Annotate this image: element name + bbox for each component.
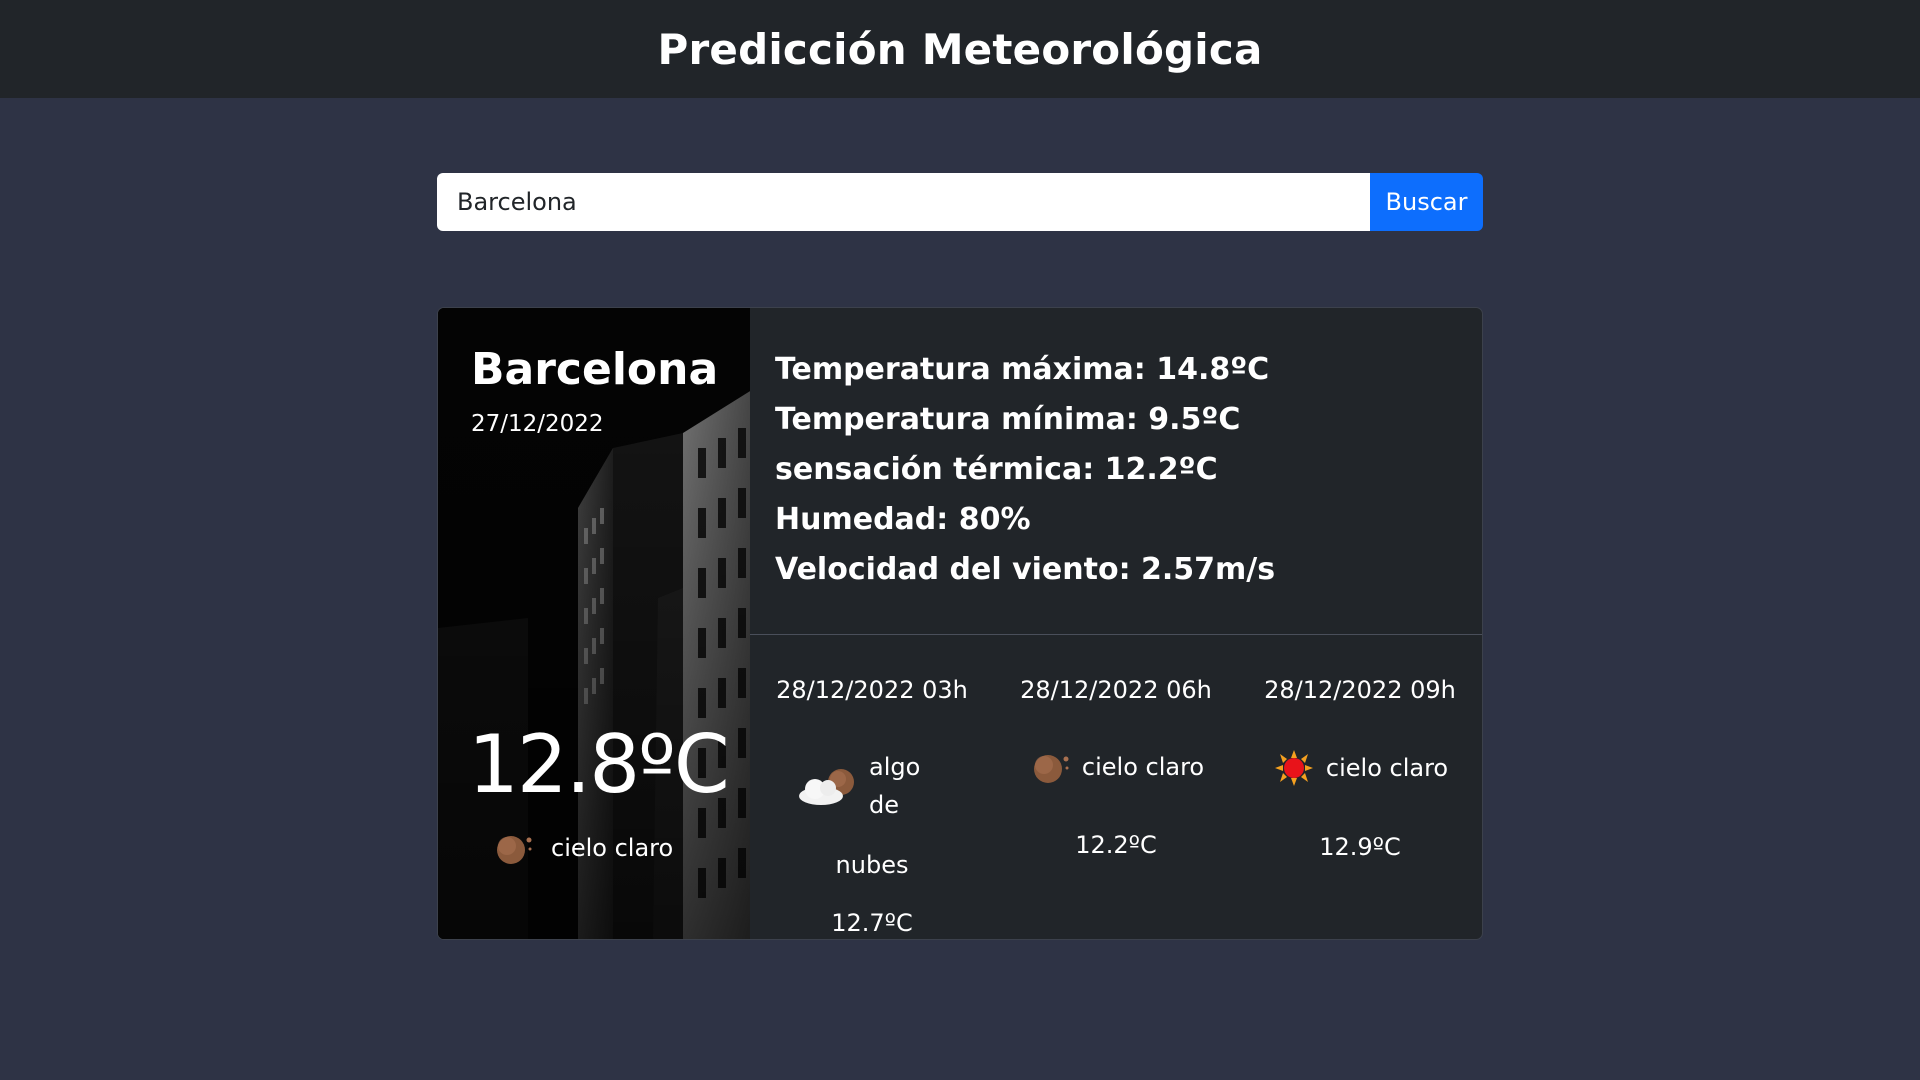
forecast-time: 28/12/2022 06h	[1020, 676, 1212, 704]
forecast-temperature: 12.7ºC	[831, 909, 913, 937]
weather-card: Barcelona 27/12/2022 12.8ºC cielo claro …	[437, 307, 1483, 940]
forecast-time: 28/12/2022 03h	[776, 676, 968, 704]
search-input[interactable]	[437, 173, 1370, 231]
forecast-item: 28/12/2022 03h algo de nubes 12.7ºC	[750, 635, 994, 939]
feels-like: sensación térmica: 12.2ºC	[775, 452, 1218, 487]
moon-icon	[497, 836, 532, 864]
min-temperature: Temperatura mínima: 9.5ºC	[775, 402, 1241, 437]
current-weather-panel: Barcelona 27/12/2022 12.8ºC cielo claro	[438, 308, 750, 939]
current-condition-text: cielo claro	[551, 834, 674, 862]
search-form: Buscar	[437, 173, 1483, 231]
search-button[interactable]: Buscar	[1370, 173, 1483, 231]
forecast-condition: cielo claro	[1028, 748, 1204, 786]
sun-icon	[1274, 750, 1313, 786]
cloud-moon-icon	[799, 769, 854, 805]
moon-icon	[1033, 755, 1069, 783]
current-city-name: Barcelona	[471, 344, 719, 395]
forecast-item: 28/12/2022 06h cielo claro 12.2ºC	[994, 635, 1238, 939]
hourly-forecast: 28/12/2022 03h algo de nubes 12.7ºC 28/1…	[750, 635, 1482, 939]
current-temperature: 12.8ºC	[468, 718, 730, 811]
forecast-temperature: 12.2ºC	[1075, 831, 1157, 859]
current-condition: cielo claro	[491, 830, 673, 866]
forecast-condition-text: cielo claro	[1325, 754, 1449, 782]
weather-details: Temperatura máxima: 14.8ºC Temperatura m…	[750, 308, 1482, 635]
forecast-item: 28/12/2022 09h cielo claro 12.9ºC	[1238, 635, 1482, 939]
forecast-condition: cielo claro	[1272, 748, 1448, 788]
forecast-condition-text-line2: nubes	[835, 851, 909, 879]
forecast-condition: algo de nubes	[772, 748, 972, 884]
max-temperature: Temperatura máxima: 14.8ºC	[775, 352, 1270, 387]
page-title: Predicción Meteorológica	[657, 24, 1263, 74]
forecast-condition-text-line1: algo de	[869, 753, 921, 819]
forecast-time: 28/12/2022 09h	[1264, 676, 1456, 704]
details-panel: Temperatura máxima: 14.8ºC Temperatura m…	[750, 308, 1482, 939]
forecast-temperature: 12.9ºC	[1319, 833, 1401, 861]
forecast-condition-text: cielo claro	[1081, 753, 1205, 781]
humidity: Humedad: 80%	[775, 502, 1031, 537]
app-header: Predicción Meteorológica	[0, 0, 1920, 98]
wind-speed: Velocidad del viento: 2.57m/s	[775, 552, 1276, 587]
current-date: 27/12/2022	[471, 411, 604, 437]
